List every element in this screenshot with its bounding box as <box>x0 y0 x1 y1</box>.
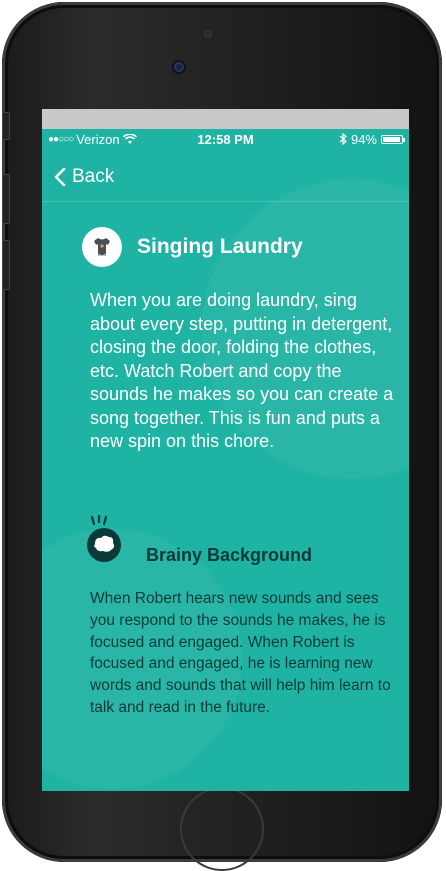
activity-description: When you are doing laundry, sing about e… <box>90 290 394 451</box>
back-label: Back <box>72 166 115 187</box>
battery-level <box>383 136 400 142</box>
back-button[interactable]: Back <box>54 166 114 188</box>
battery-icon <box>381 134 405 144</box>
mute-switch <box>2 112 10 140</box>
proximity-sensor <box>204 30 212 38</box>
navigation-bar: Back <box>42 153 409 202</box>
background-description: When Robert hears new sounds and sees yo… <box>90 590 391 716</box>
phone-frame: ●●○○○ Verizon 12:58 PM 94% Back Singing … <box>2 2 442 871</box>
battery-percent: 94% <box>350 131 377 147</box>
volume-down-button <box>2 240 10 290</box>
volume-up-button <box>2 174 10 224</box>
activity-header: Singing Laundry <box>82 227 303 267</box>
baby-onesie-icon <box>82 227 122 267</box>
app-screen: ●●○○○ Verizon 12:58 PM 94% Back Singing … <box>42 109 409 791</box>
status-bar: ●●○○○ Verizon 12:58 PM 94% <box>42 129 409 149</box>
bluetooth-icon <box>339 133 347 145</box>
activity-title: Singing Laundry <box>137 235 303 258</box>
brain-icon <box>86 513 130 565</box>
home-button[interactable] <box>180 787 264 871</box>
chevron-left-icon <box>54 167 66 187</box>
background-title: Brainy Background <box>146 545 313 565</box>
front-camera <box>174 62 184 72</box>
screen-top-band <box>42 109 409 129</box>
